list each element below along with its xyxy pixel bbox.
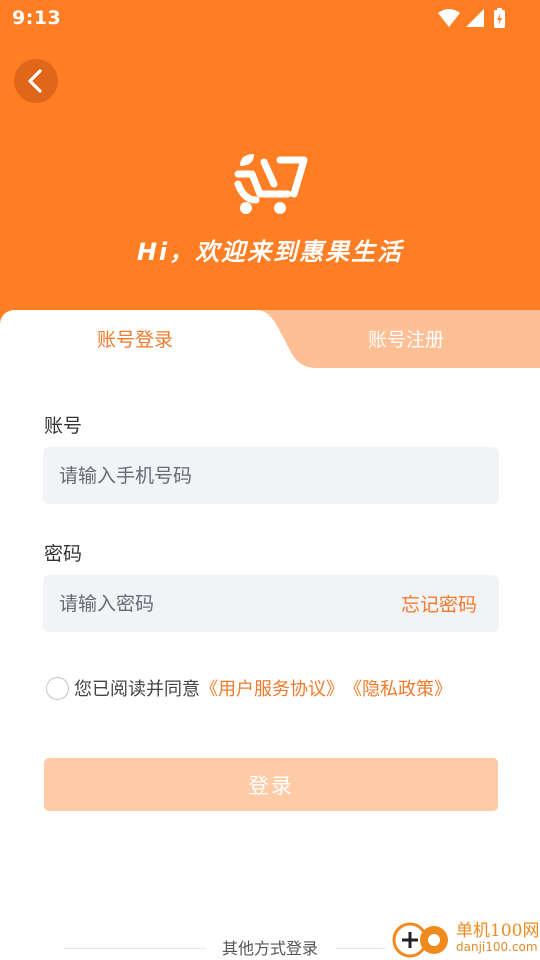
watermark-logo-icon [392, 922, 448, 958]
agreement-row: 您已阅读并同意 《用户服务协议》 《隐私政策》 [46, 675, 452, 701]
welcome-title: Hi，欢迎来到惠果生活 [136, 238, 404, 266]
signal-icon [466, 9, 484, 27]
tab-account-register[interactable]: 账号注册 [272, 310, 540, 366]
login-button[interactable]: 登录 [44, 758, 498, 811]
password-field-container: 忘记密码 [43, 575, 499, 632]
watermark: 单机100网 danji100.com [390, 916, 540, 960]
password-label: 密码 [44, 543, 83, 565]
chevron-left-icon [28, 69, 42, 93]
tab-account-login[interactable]: 账号登录 [0, 310, 270, 366]
agreement-checkbox[interactable] [46, 676, 69, 700]
phone-input[interactable] [59, 447, 379, 504]
watermark-url: danji100.com [456, 940, 538, 954]
watermark-text: 单机100网 [456, 921, 540, 941]
agreement-text: 您已阅读并同意 [74, 679, 200, 700]
status-time: 9:13 [12, 7, 62, 29]
user-agreement-link[interactable]: 《用户服务协议》 [200, 675, 344, 701]
battery-charging-icon [494, 8, 505, 28]
status-icons [438, 8, 505, 28]
status-bar: 9:13 [0, 0, 540, 36]
account-field-container [43, 447, 499, 504]
account-label: 账号 [44, 415, 83, 437]
forgot-password-link[interactable]: 忘记密码 [401, 590, 477, 617]
login-card [0, 310, 540, 960]
password-input[interactable] [59, 575, 379, 632]
privacy-policy-link[interactable]: 《隐私政策》 [344, 675, 452, 701]
leaf-cart-logo [234, 154, 308, 214]
back-button[interactable] [14, 59, 58, 103]
tab-bar: 账号登录 账号注册 [0, 310, 540, 368]
wifi-icon [438, 9, 460, 27]
